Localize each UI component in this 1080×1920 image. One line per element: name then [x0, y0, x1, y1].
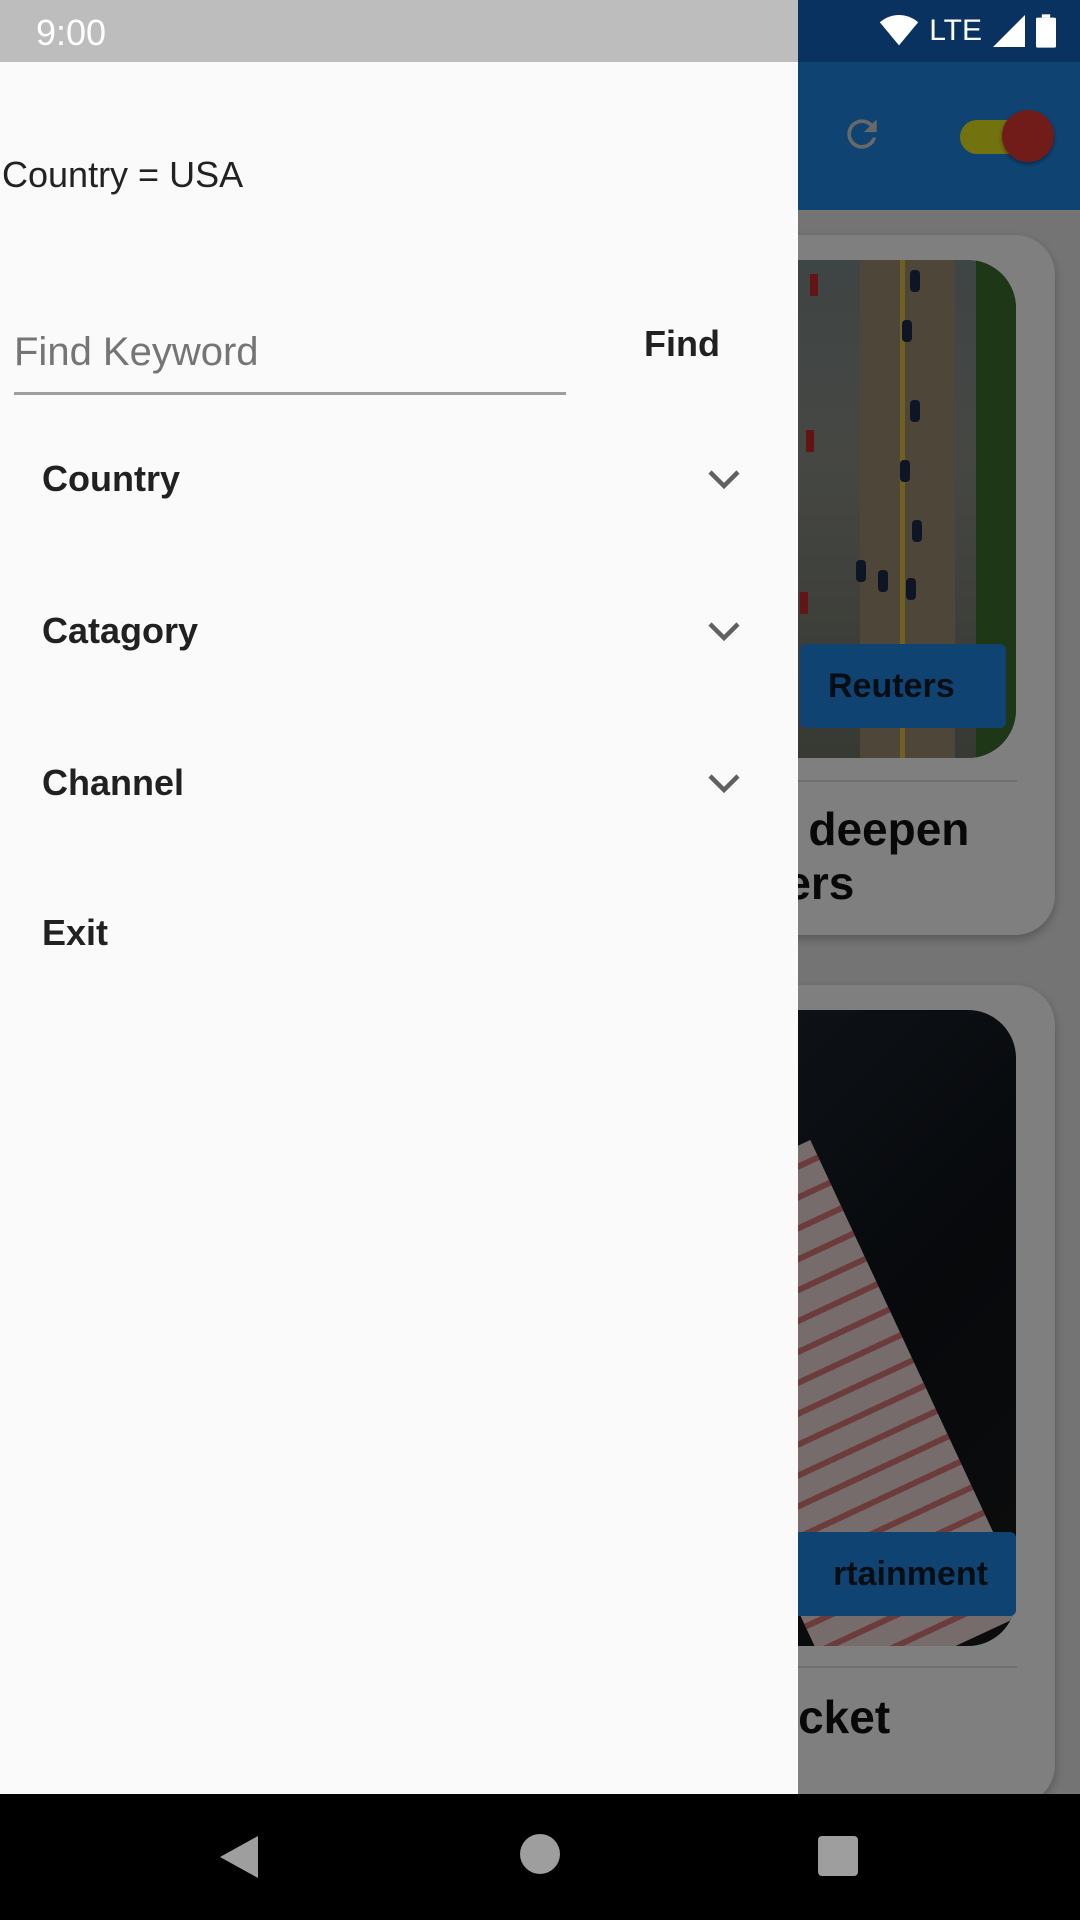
menu-item-label: Country: [42, 458, 180, 499]
find-button[interactable]: Find: [620, 306, 744, 382]
network-type: LTE: [929, 14, 982, 47]
chevron-down-icon: [708, 774, 740, 794]
home-icon[interactable]: [520, 1834, 560, 1874]
signal-icon: [993, 15, 1025, 47]
menu-item-country[interactable]: Country: [0, 422, 798, 542]
menu-item-label: Channel: [42, 762, 185, 803]
menu-item-exit[interactable]: Exit: [0, 876, 798, 996]
back-icon[interactable]: [218, 1834, 260, 1880]
status-time: 9:00: [36, 12, 107, 53]
chevron-down-icon: [708, 470, 740, 490]
navigation-drawer: Country = USA Find Country Catagory Chan…: [0, 62, 798, 1794]
menu-item-channel[interactable]: Channel: [0, 726, 798, 846]
status-bar-drawer-section: [0, 0, 798, 62]
battery-icon: [1036, 14, 1056, 48]
recents-icon[interactable]: [818, 1836, 858, 1876]
chevron-down-icon: [708, 622, 740, 642]
menu-item-category[interactable]: Catagory: [0, 574, 798, 694]
current-country-label: Country = USA: [2, 154, 244, 195]
wifi-icon: [880, 15, 919, 46]
menu-item-label: Catagory: [42, 610, 199, 651]
menu-item-label: Exit: [42, 912, 109, 953]
keyword-search-input[interactable]: [14, 312, 566, 395]
system-navigation-bar: [0, 1794, 1080, 1920]
status-icons: LTE: [879, 12, 1056, 50]
